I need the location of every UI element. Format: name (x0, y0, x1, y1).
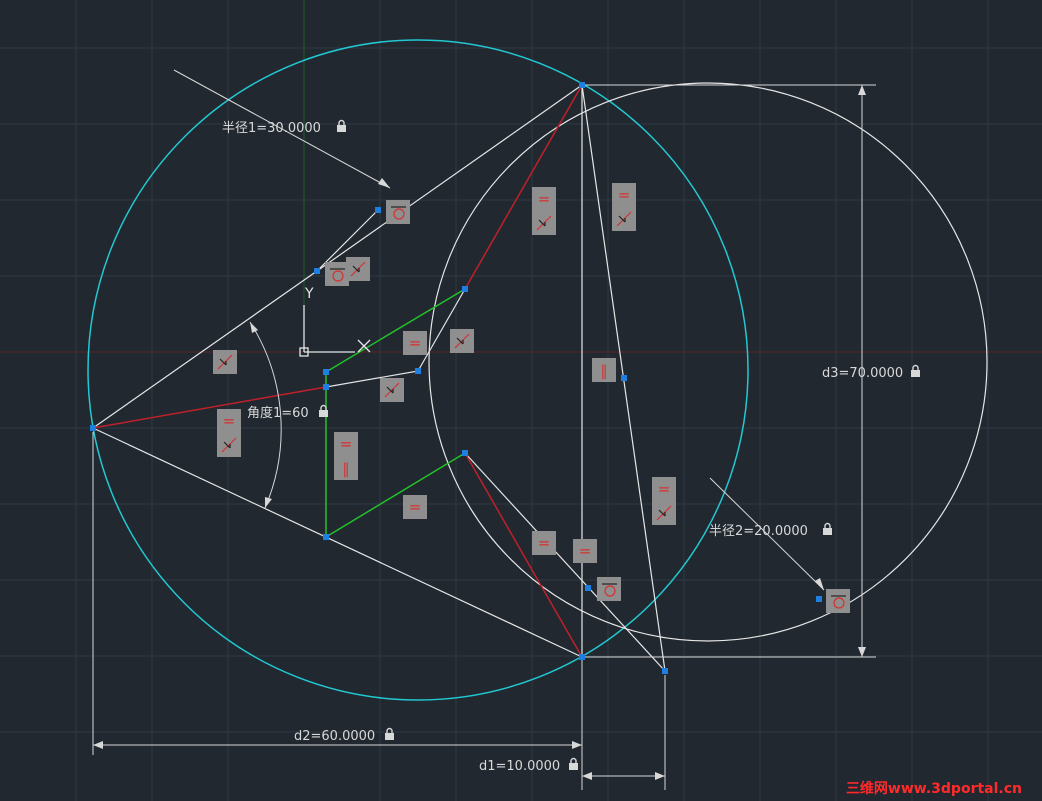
equal-constraint-icon[interactable]: = (403, 331, 427, 355)
svg-text:=: = (223, 412, 236, 430)
equal-perpendicular-constraint-icon[interactable]: = (652, 477, 676, 525)
perpendicular-constraint-icon[interactable] (346, 257, 370, 281)
angle1-dimension[interactable]: 角度1=60 (247, 405, 309, 421)
tangent-constraint-icon[interactable] (826, 589, 850, 613)
d2-dimension[interactable]: d2=60.0000 (294, 729, 375, 744)
tangent-constraint-icon[interactable] (386, 200, 410, 224)
equal-constraint-icon[interactable]: = (573, 539, 597, 563)
lock-icon (385, 727, 394, 740)
tangent-constraint-icon[interactable] (597, 577, 621, 601)
small-circle[interactable] (428, 82, 988, 642)
radius2-dimension[interactable]: 半径2=20.0000 (709, 524, 808, 539)
equal-parallel-constraint-icon[interactable]: = ∥ (334, 432, 358, 480)
svg-text:=: = (538, 534, 551, 552)
svg-text:=: = (658, 480, 671, 498)
ucs-icon (299, 305, 371, 357)
svg-text:=: = (618, 186, 631, 204)
svg-text:=: = (409, 498, 422, 516)
lock-icon (569, 757, 578, 770)
dimension-arrows (93, 85, 866, 780)
grid (0, 0, 1042, 801)
parallel-constraint-icon[interactable]: ∥ (592, 358, 616, 382)
radius1-dimension[interactable]: 半径1=30.0000 (222, 121, 321, 136)
red-lines[interactable] (92, 84, 583, 658)
svg-text:=: = (538, 190, 551, 208)
d1-dimension[interactable]: d1=10.0000 (479, 759, 560, 774)
equal-perpendicular-constraint-icon[interactable]: = (612, 183, 636, 231)
svg-text:∥: ∥ (342, 460, 350, 478)
lock-icon (823, 522, 832, 535)
drawing-canvas[interactable]: Y 半径1=30.0000 角度1=60 d3=70.0000 半径2=20.0… (0, 0, 1042, 801)
ucs-y-label: Y (304, 286, 314, 302)
equal-constraint-icon[interactable]: = (532, 531, 556, 555)
equal-constraint-icon[interactable]: = (403, 495, 427, 519)
perpendicular-constraint-icon[interactable] (380, 378, 404, 402)
white-lines[interactable] (92, 84, 666, 672)
svg-text:=: = (409, 334, 422, 352)
watermark: 三维网www.3dportal.cn (846, 780, 1022, 797)
svg-text:=: = (340, 435, 353, 453)
tangent-constraint-icon[interactable] (325, 262, 349, 286)
perpendicular-constraint-icon[interactable] (450, 329, 474, 353)
equal-perpendicular-constraint-icon[interactable]: = (532, 187, 556, 235)
lock-icon (337, 119, 346, 132)
svg-text:∥: ∥ (600, 362, 608, 380)
svg-text:=: = (579, 542, 592, 560)
d3-dimension[interactable]: d3=70.0000 (822, 366, 903, 381)
dimension-lines (92, 69, 876, 790)
perpendicular-constraint-icon[interactable] (213, 350, 237, 374)
equal-perpendicular-constraint-icon[interactable]: = (217, 409, 241, 457)
